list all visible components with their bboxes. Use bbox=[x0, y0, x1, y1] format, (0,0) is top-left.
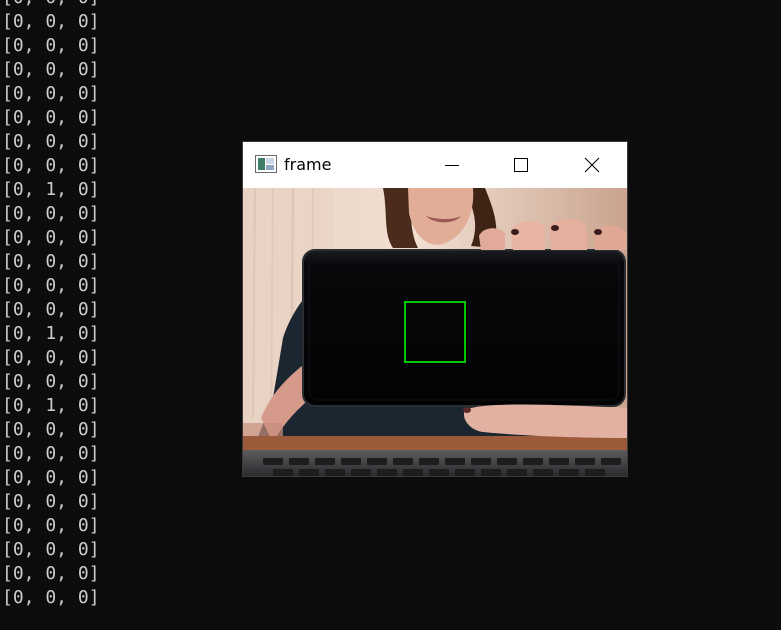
minimize-button[interactable] bbox=[429, 142, 475, 188]
console-output: [0, 0, 0] [0, 0, 0] [0, 0, 0] [0, 0, 0] [0, … bbox=[2, 0, 100, 610]
console-line: [0, 0, 0] bbox=[2, 467, 100, 488]
console-line: [0, 0, 0] bbox=[2, 203, 100, 224]
image-window-icon bbox=[255, 155, 277, 173]
console-line: [0, 0, 0] bbox=[2, 419, 100, 440]
console-line: [0, 0, 0] bbox=[2, 515, 100, 536]
console-line: [0, 1, 0] bbox=[2, 323, 100, 344]
console-line: [0, 0, 0] bbox=[2, 251, 100, 272]
console-line: [0, 1, 0] bbox=[2, 395, 100, 416]
console-line: [0, 0, 0] bbox=[2, 299, 100, 320]
console-line: [0, 0, 0] bbox=[2, 347, 100, 368]
console-line: [0, 0, 0] bbox=[2, 0, 100, 10]
close-icon bbox=[584, 157, 600, 173]
console-line: [0, 0, 0] bbox=[2, 275, 100, 296]
console-line: [0, 0, 0] bbox=[2, 11, 100, 32]
console-line: [0, 0, 0] bbox=[2, 539, 100, 560]
console-line: [0, 0, 0] bbox=[2, 107, 100, 128]
camera-image bbox=[243, 188, 627, 476]
close-button[interactable] bbox=[569, 142, 615, 188]
console-line: [0, 0, 0] bbox=[2, 491, 100, 512]
maximize-icon bbox=[514, 158, 528, 172]
desk bbox=[243, 436, 627, 450]
console-line: [0, 0, 0] bbox=[2, 131, 100, 152]
title-bar[interactable]: frame bbox=[243, 142, 627, 188]
console-line: [0, 0, 0] bbox=[2, 59, 100, 80]
camera-frame bbox=[243, 188, 627, 476]
console-line: [0, 1, 0] bbox=[2, 179, 100, 200]
console-line: [0, 0, 0] bbox=[2, 155, 100, 176]
console-line: [0, 0, 0] bbox=[2, 587, 100, 608]
console-line: [0, 0, 0] bbox=[2, 35, 100, 56]
console-line: [0, 0, 0] bbox=[2, 227, 100, 248]
minimize-icon bbox=[445, 165, 459, 166]
window-title: frame bbox=[284, 155, 332, 174]
console-line: [0, 0, 0] bbox=[2, 563, 100, 584]
maximize-button[interactable] bbox=[498, 142, 544, 188]
console-line: [0, 0, 0] bbox=[2, 83, 100, 104]
frame-window[interactable]: frame bbox=[243, 142, 627, 476]
console-line: [0, 0, 0] bbox=[2, 443, 100, 464]
console-line: [0, 0, 0] bbox=[2, 371, 100, 392]
